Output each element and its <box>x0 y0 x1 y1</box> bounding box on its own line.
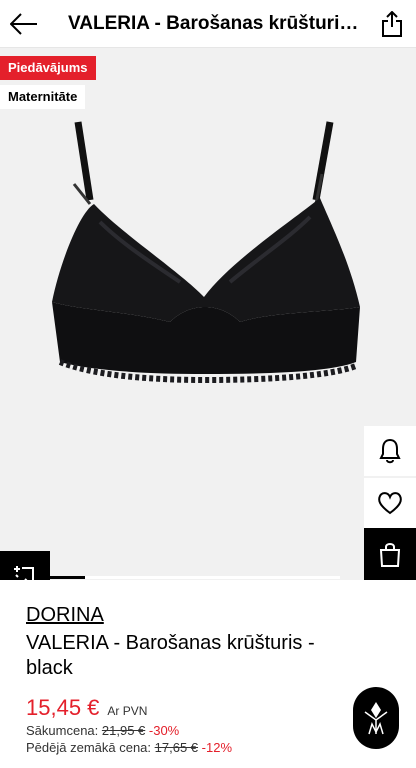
add-to-bag-button[interactable] <box>364 528 416 580</box>
lowest-price: 17,65 € <box>154 740 199 755</box>
heart-icon <box>378 492 402 515</box>
lowest-discount: -12% <box>201 740 233 755</box>
notify-button[interactable] <box>364 426 416 476</box>
sale-badge: Piedāvājums <box>0 56 96 80</box>
shopping-bag-icon <box>379 543 401 567</box>
product-image <box>52 121 360 384</box>
back-button[interactable] <box>0 0 48 48</box>
category-badge: Maternitāte <box>0 85 86 109</box>
vat-label: Ar PVN <box>107 704 148 718</box>
compare-icon <box>14 565 34 580</box>
page-title: VALERIA - Barošanas krūšturis - black <box>68 12 368 34</box>
share-button[interactable] <box>368 0 416 48</box>
arrow-left-icon <box>10 12 37 35</box>
bell-icon <box>379 438 401 464</box>
gallery-progress-track <box>50 576 340 579</box>
assistant-logo-icon <box>364 702 388 735</box>
original-discount: -30% <box>148 723 180 738</box>
assistant-button[interactable] <box>353 687 399 749</box>
lowest-price-label: Pēdējā zemākā cena: <box>26 740 152 755</box>
lowest-price-line: Pēdējā zemākā cena: 17,65 € -12% <box>26 740 390 755</box>
brand-link[interactable]: DORINA <box>26 604 104 627</box>
top-bar: VALERIA - Barošanas krūšturis - black <box>0 0 416 48</box>
gallery-progress-fill <box>50 576 85 579</box>
product-gallery[interactable]: Piedāvājums Maternitāte <box>0 48 416 580</box>
original-price: 21,95 € <box>101 723 146 738</box>
compare-button[interactable] <box>0 551 50 580</box>
current-price: 15,45 € <box>26 695 100 720</box>
product-name: VALERIA - Barošanas krūšturis - black <box>26 632 315 679</box>
original-price-line: Sākumcena: 21,95 € -30% <box>26 723 390 738</box>
original-price-label: Sākumcena: <box>26 723 99 738</box>
wishlist-button[interactable] <box>364 478 416 528</box>
share-icon <box>382 10 402 37</box>
price-row: 15,45 € Ar PVN <box>26 695 390 721</box>
